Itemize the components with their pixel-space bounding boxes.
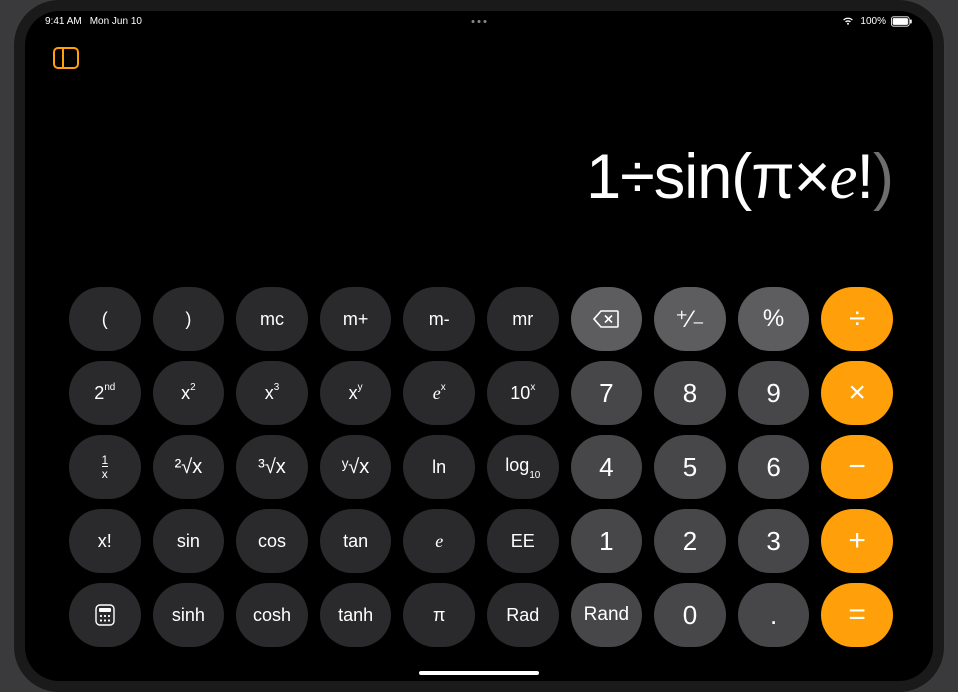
factorial-button[interactable]: x! — [69, 509, 141, 573]
cosh-button[interactable]: cosh — [236, 583, 308, 647]
multitask-dots[interactable] — [472, 20, 487, 23]
xpowy-button[interactable]: xy — [320, 361, 392, 425]
mc-button[interactable]: mc — [236, 287, 308, 351]
rparen-button[interactable]: ) — [153, 287, 225, 351]
battery-icon — [891, 16, 913, 27]
e-button[interactable]: e — [403, 509, 475, 573]
tanh-button[interactable]: tanh — [320, 583, 392, 647]
ln-button[interactable]: ln — [403, 435, 475, 499]
battery-percent: 100% — [860, 16, 886, 27]
decimal-button[interactable]: . — [738, 583, 810, 647]
expr-part: 1÷sin(π× — [586, 142, 829, 212]
home-indicator[interactable] — [419, 671, 539, 675]
xcubed-button[interactable]: x3 — [236, 361, 308, 425]
yroot-button[interactable]: ʸ√x — [320, 435, 392, 499]
mminus-button[interactable]: m- — [403, 287, 475, 351]
sqrt-button[interactable]: ²√x — [153, 435, 225, 499]
status-time: 9:41 AM — [45, 16, 82, 27]
ee-button[interactable]: EE — [487, 509, 559, 573]
digit-3-button[interactable]: 3 — [738, 509, 810, 573]
status-date: Mon Jun 10 — [90, 16, 142, 27]
rand-button[interactable]: Rand — [571, 583, 643, 647]
minus-button[interactable]: − — [821, 435, 893, 499]
digit-2-button[interactable]: 2 — [654, 509, 726, 573]
mode-toggle-button[interactable] — [53, 47, 79, 69]
lparen-button[interactable]: ( — [69, 287, 141, 351]
expr-e: e — [830, 142, 857, 212]
mr-button[interactable]: mr — [487, 287, 559, 351]
divide-button[interactable]: ÷ — [821, 287, 893, 351]
expr-bang: ! — [857, 142, 874, 212]
reciprocal-button[interactable]: 1x — [69, 435, 141, 499]
basic-mode-button[interactable] — [69, 583, 141, 647]
tan-button[interactable]: tan — [320, 509, 392, 573]
tenpowx-button[interactable]: 10x — [487, 361, 559, 425]
xsquared-button[interactable]: x2 — [153, 361, 225, 425]
epowx-button[interactable]: ex — [403, 361, 475, 425]
calculator-display: 1÷sin(π×e!) — [586, 141, 893, 214]
status-bar: 9:41 AM Mon Jun 10 100% — [25, 11, 933, 31]
ipad-screen: 9:41 AM Mon Jun 10 100% — [25, 11, 933, 681]
log10-button[interactable]: log10 — [487, 435, 559, 499]
expr-close-paren: ) — [873, 142, 893, 212]
cos-button[interactable]: cos — [236, 509, 308, 573]
digit-7-button[interactable]: 7 — [571, 361, 643, 425]
digit-4-button[interactable]: 4 — [571, 435, 643, 499]
delete-icon — [593, 309, 619, 329]
digit-5-button[interactable]: 5 — [654, 435, 726, 499]
delete-button[interactable] — [571, 287, 643, 351]
digit-8-button[interactable]: 8 — [654, 361, 726, 425]
sinh-button[interactable]: sinh — [153, 583, 225, 647]
digit-6-button[interactable]: 6 — [738, 435, 810, 499]
sin-button[interactable]: sin — [153, 509, 225, 573]
keypad: ( ) mc m+ m- mr ⁺∕₋ % ÷ 2nd x2 x3 xy ex … — [69, 287, 893, 647]
rad-button[interactable]: Rad — [487, 583, 559, 647]
digit-0-button[interactable]: 0 — [654, 583, 726, 647]
digit-1-button[interactable]: 1 — [571, 509, 643, 573]
digit-9-button[interactable]: 9 — [738, 361, 810, 425]
percent-button[interactable]: % — [738, 287, 810, 351]
plus-button[interactable]: + — [821, 509, 893, 573]
equals-button[interactable]: = — [821, 583, 893, 647]
multiply-button[interactable]: × — [821, 361, 893, 425]
wifi-icon — [841, 16, 855, 26]
pi-button[interactable]: π — [403, 583, 475, 647]
calculator-icon — [94, 604, 116, 626]
second-button[interactable]: 2nd — [69, 361, 141, 425]
cbrt-button[interactable]: ³√x — [236, 435, 308, 499]
mplus-button[interactable]: m+ — [320, 287, 392, 351]
plusminus-button[interactable]: ⁺∕₋ — [654, 287, 726, 351]
